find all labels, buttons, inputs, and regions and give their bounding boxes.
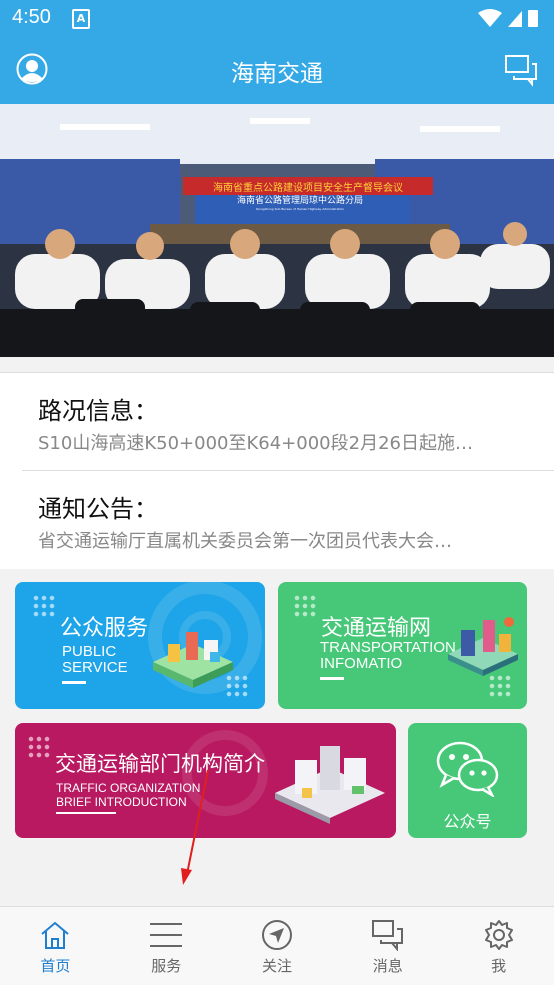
transport-network-en-2: INFOMATIO — [320, 655, 403, 672]
signal-icon — [508, 11, 522, 27]
buildings-illustration — [275, 746, 385, 824]
transport-illustration — [448, 617, 518, 676]
wechat-official-account-card[interactable]: 公众号 — [408, 723, 527, 838]
tab-me[interactable]: 我 — [443, 907, 554, 985]
road-info-label: 路况信息： — [38, 397, 158, 425]
organization-intro-card[interactable]: 交通运输部门机构简介 TRAFFIC ORGANIZATION BRIEF IN… — [15, 723, 396, 838]
public-service-en-1: PUBLIC — [62, 643, 117, 660]
page-title: 海南交通 — [231, 61, 323, 87]
title-underline — [62, 681, 86, 684]
tab-home[interactable]: 首页 — [0, 907, 111, 985]
home-icon — [41, 921, 70, 949]
dot-pattern — [293, 594, 317, 618]
bottom-tab-bar: 首页 服务 关注 消息 我 — [0, 906, 554, 985]
status-time: 4:50 — [12, 6, 51, 28]
public-service-card[interactable]: 公众服务 PUBLIC SERVICE — [15, 582, 265, 709]
transport-network-en-1: TRANSPORTATION — [320, 639, 456, 656]
app-bar: 海南交通 — [0, 37, 554, 104]
tab-messages[interactable]: 消息 — [332, 907, 443, 985]
city-illustration — [153, 632, 233, 688]
battery-icon — [528, 10, 538, 27]
tab-messages-label: 消息 — [372, 957, 403, 975]
banner-carousel[interactable]: 海南省重点公路建设项目安全生产督导会议 海南省公路管理局琼中公路分局 Qiong… — [0, 104, 554, 357]
chat-icon — [371, 920, 403, 951]
status-bar: 4:50 A — [0, 0, 554, 37]
banner-photo: 海南省重点公路建设项目安全生产督导会议 海南省公路管理局琼中公路分局 Qiong… — [0, 104, 554, 357]
title-underline — [56, 812, 116, 814]
banner-sub-english: Qiongzhong Sub Bureau of Hainan Highway … — [256, 207, 345, 211]
organization-intro-title: 交通运输部门机构简介 — [55, 752, 265, 776]
info-list: 路况信息： S10山海高速K50+000至K64+000段2月26日起施… 通知… — [0, 372, 554, 569]
organization-intro-en-2: BRIEF INTRODUCTION — [56, 795, 187, 809]
tab-service[interactable]: 服务 — [111, 907, 222, 985]
navigation-icon — [261, 920, 292, 950]
notice-item[interactable]: 通知公告： 省交通运输厅直属机关委员会第一次团员代表大会… — [22, 471, 554, 568]
title-underline — [320, 677, 344, 680]
banner-sub-headline: 海南省公路管理局琼中公路分局 — [237, 194, 363, 206]
tab-follow[interactable]: 关注 — [222, 907, 333, 985]
road-info-item[interactable]: 路况信息： S10山海高速K50+000至K64+000段2月26日起施… — [22, 373, 554, 471]
system-status-icons — [478, 9, 538, 27]
wechat-label: 公众号 — [443, 812, 492, 831]
transport-network-title: 交通运输网 — [321, 616, 432, 641]
notice-label: 通知公告： — [38, 495, 158, 523]
tab-home-label: 首页 — [40, 957, 71, 975]
menu-icon — [150, 923, 183, 947]
notice-text: 省交通运输厅直属机关委员会第一次团员代表大会… — [38, 531, 452, 552]
wechat-icon — [436, 741, 499, 797]
road-info-text: S10山海高速K50+000至K64+000段2月26日起施… — [38, 433, 473, 454]
dot-pattern — [32, 594, 56, 618]
banner-headline: 海南省重点公路建设项目安全生产督导会议 — [213, 181, 403, 194]
public-service-en-2: SERVICE — [62, 659, 128, 676]
tab-follow-label: 关注 — [261, 957, 292, 975]
transport-network-card[interactable]: 交通运输网 TRANSPORTATION INFOMATIO — [278, 582, 527, 709]
tab-me-label: 我 — [491, 957, 507, 975]
messages-icon[interactable] — [504, 53, 538, 87]
tab-service-label: 服务 — [151, 957, 182, 975]
gear-icon — [484, 920, 513, 950]
public-service-title: 公众服务 — [60, 616, 149, 641]
wifi-icon — [478, 9, 502, 27]
notification-icon: A — [72, 9, 90, 29]
